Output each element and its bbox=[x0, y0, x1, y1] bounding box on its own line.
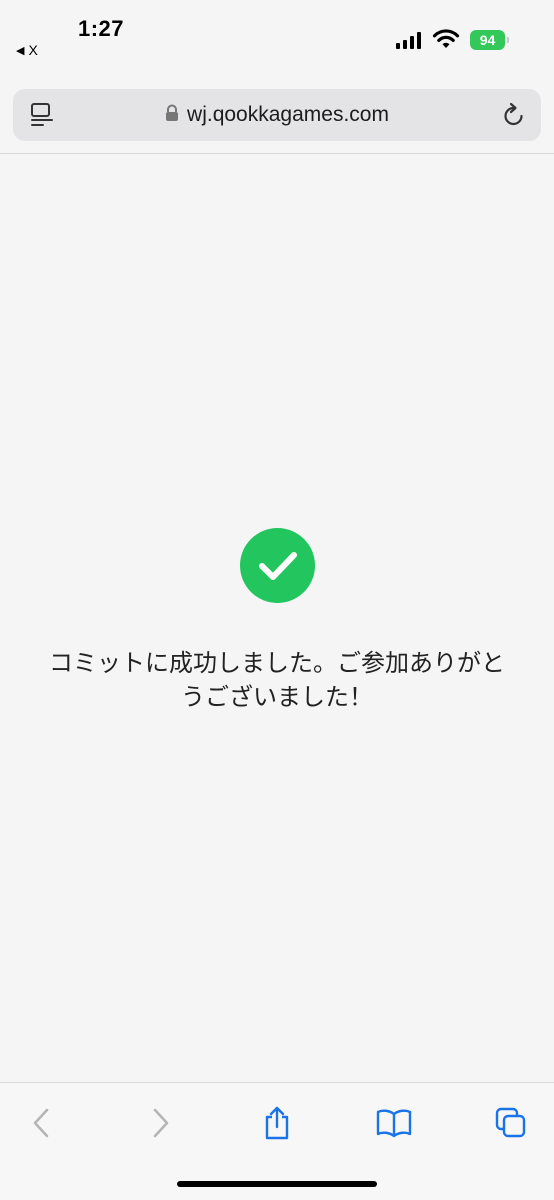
reload-icon[interactable] bbox=[501, 101, 527, 133]
back-button[interactable] bbox=[21, 1103, 61, 1143]
tabs-button[interactable] bbox=[491, 1103, 531, 1143]
bookmarks-icon bbox=[376, 1109, 412, 1138]
cellular-signal-icon bbox=[396, 31, 421, 49]
share-button[interactable] bbox=[257, 1103, 297, 1143]
battery-icon: 94 bbox=[470, 30, 509, 50]
forward-button[interactable] bbox=[141, 1103, 181, 1143]
back-triangle-icon: ◀ bbox=[16, 44, 25, 57]
address-bar[interactable]: wj.qookkagames.com bbox=[13, 89, 541, 141]
back-app-label: X bbox=[28, 42, 38, 58]
share-icon bbox=[265, 1106, 289, 1140]
status-time: 1:27 bbox=[78, 16, 125, 41]
url-text: wj.qookkagames.com bbox=[187, 103, 389, 126]
page-content: コミットに成功しました。ご参加ありがとうございました！ bbox=[0, 154, 554, 1082]
home-indicator bbox=[177, 1181, 377, 1187]
success-badge bbox=[240, 528, 315, 603]
wifi-icon bbox=[432, 28, 460, 54]
tabs-icon bbox=[495, 1107, 526, 1138]
status-bar: 1:27 ◀ X 94 bbox=[0, 0, 554, 78]
success-message: コミットに成功しました。ご参加ありがとうございました！ bbox=[49, 649, 505, 711]
checkmark-icon bbox=[258, 551, 297, 580]
phone-screen: 1:27 ◀ X 94 wj.qookkagames.com コミットに成功しま… bbox=[0, 0, 554, 1200]
forward-icon bbox=[153, 1108, 169, 1138]
battery-level: 94 bbox=[470, 30, 505, 50]
back-to-app-button[interactable]: ◀ X bbox=[16, 42, 38, 58]
back-icon bbox=[33, 1108, 49, 1138]
lock-icon bbox=[165, 104, 179, 126]
bookmarks-button[interactable] bbox=[374, 1103, 414, 1143]
